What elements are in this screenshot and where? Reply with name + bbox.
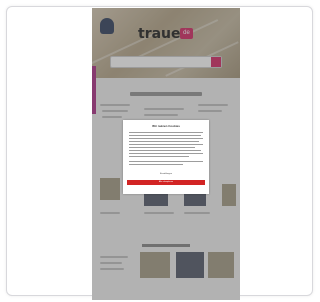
page-screenshot: trauer de Wir nutzen Cookies Einstellung… [92, 8, 240, 300]
settings-link[interactable]: Einstellungen [143, 173, 189, 176]
accept-all-button[interactable]: Alle akzeptieren [127, 180, 205, 185]
cookie-consent-dialog: Wir nutzen Cookies Einstellungen Alle ak… [123, 120, 209, 194]
dialog-title: Wir nutzen Cookies [152, 124, 180, 128]
